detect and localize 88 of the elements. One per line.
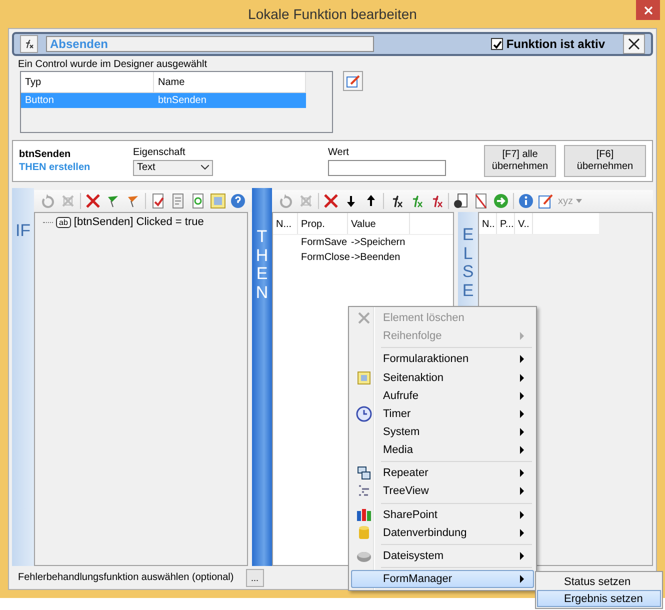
tree-icon [357, 484, 371, 498]
windows-icon [357, 466, 371, 480]
table-cell-text: FormSave [300, 236, 348, 250]
control-hint: Ein Control wurde im Designer ausgewählt [18, 59, 208, 70]
window-title: Lokale Funktion bearbeiten [248, 6, 417, 22]
submenu-arrow-icon [520, 528, 525, 537]
delete-icon[interactable] [85, 193, 101, 209]
menu-item[interactable]: Formularaktionen [351, 350, 534, 368]
control-name: btnSenden [19, 149, 72, 160]
close-button[interactable] [623, 34, 645, 54]
menu-item[interactable]: Seitenaktion [351, 368, 534, 387]
menu-item[interactable]: System [351, 422, 534, 442]
submenu-arrow-icon [520, 355, 525, 364]
function-button[interactable] [20, 35, 38, 53]
browse-button[interactable]: ... [246, 568, 264, 586]
text-badge: ab [56, 216, 71, 228]
column-header[interactable]: Value [348, 213, 410, 234]
list-icon[interactable] [210, 193, 226, 209]
submenu-arrow-icon [520, 574, 525, 583]
caret-icon [576, 199, 582, 203]
property-dropdown[interactable]: Text [133, 160, 213, 176]
close-icon [644, 6, 652, 14]
menu-item[interactable]: FormManager [351, 570, 534, 588]
submenu-arrow-icon [520, 487, 525, 496]
clock-icon [356, 406, 372, 422]
edit-icon [346, 74, 360, 88]
table-cell-text: Button [24, 94, 55, 108]
column-header[interactable]: P... [497, 213, 515, 234]
column-header[interactable]: Prop. [298, 213, 348, 234]
submenu-arrow-icon [520, 510, 525, 519]
menu-item[interactable]: Status setzen [537, 573, 661, 590]
menu-item[interactable]: SharePoint [351, 505, 534, 524]
menu-item[interactable]: Dateisystem [351, 546, 534, 565]
help-icon[interactable] [230, 193, 246, 209]
submenu-arrow-icon [520, 374, 525, 382]
close-icon [628, 38, 640, 50]
menu-item[interactable]: Ergebnis setzen [537, 590, 661, 607]
column-header[interactable]: V.. [515, 213, 533, 234]
bars-icon [356, 506, 372, 523]
undo-icon[interactable] [40, 193, 56, 209]
info-icon[interactable] [518, 193, 534, 209]
property-label: Eigenschaft [133, 146, 186, 158]
menu-item[interactable]: Timer [351, 404, 534, 423]
submenu-arrow-icon [520, 552, 525, 560]
submenu-arrow-icon [520, 469, 525, 478]
column-header[interactable]: N.. [479, 213, 497, 234]
function-icon [24, 39, 34, 49]
mode-label: THEN erstellen [19, 162, 92, 173]
table-cell-text: ->Speichern [350, 236, 406, 250]
document-icon[interactable] [453, 193, 469, 209]
apply-button[interactable]: [F6] übernehmen [564, 145, 646, 177]
error-handler-label: Fehlerbehandlungsfunktion auswählen (optional) [18, 572, 234, 583]
menu-item[interactable]: Datenverbindung [351, 524, 534, 542]
submenu-arrow-icon [520, 446, 525, 454]
page-icon [357, 370, 371, 385]
column-header[interactable]: Name [154, 72, 306, 92]
table-cell-text: ->Beenden [350, 251, 402, 265]
column-header[interactable]: N... [273, 213, 298, 234]
edit-icon[interactable] [538, 193, 554, 209]
submenu-arrow-icon [520, 428, 525, 436]
flag-icon[interactable] [125, 193, 141, 209]
menu-item[interactable]: Aufrufe [351, 386, 534, 405]
delete-icon [357, 311, 371, 326]
apply-button[interactable]: [F7] alle übernehmen [484, 145, 556, 177]
submenu-arrow-icon [520, 410, 525, 418]
caret-icon [201, 165, 209, 170]
menu-item[interactable]: TreeView [351, 482, 534, 500]
table-cell-text: FormClose [300, 251, 348, 265]
active-checkbox[interactable] [491, 38, 504, 50]
value-field[interactable] [328, 160, 446, 176]
column-header[interactable]: Typ [21, 72, 154, 92]
table-cell-text: btnSenden [157, 94, 208, 108]
tree-item[interactable]: [btnSenden] Clicked = true [74, 216, 204, 228]
database-icon [357, 524, 371, 541]
menu-item[interactable]: Repeater [351, 464, 534, 482]
arrow-right-icon[interactable] [493, 193, 509, 209]
else-label: ELSE [461, 226, 475, 301]
value-label: Wert [328, 146, 350, 158]
menu-item[interactable]: Media [351, 441, 534, 460]
edit-button[interactable] [343, 71, 363, 91]
checkbox-label: Funktion ist aktiv [506, 37, 605, 51]
flag-icon[interactable] [105, 193, 121, 209]
undo-icon[interactable] [278, 193, 294, 209]
submenu-arrow-icon [520, 392, 525, 400]
delete-icon[interactable] [323, 193, 339, 209]
submenu-arrow-icon [520, 332, 525, 340]
if-label: IF [14, 222, 32, 241]
then-label: THEN [254, 228, 270, 303]
